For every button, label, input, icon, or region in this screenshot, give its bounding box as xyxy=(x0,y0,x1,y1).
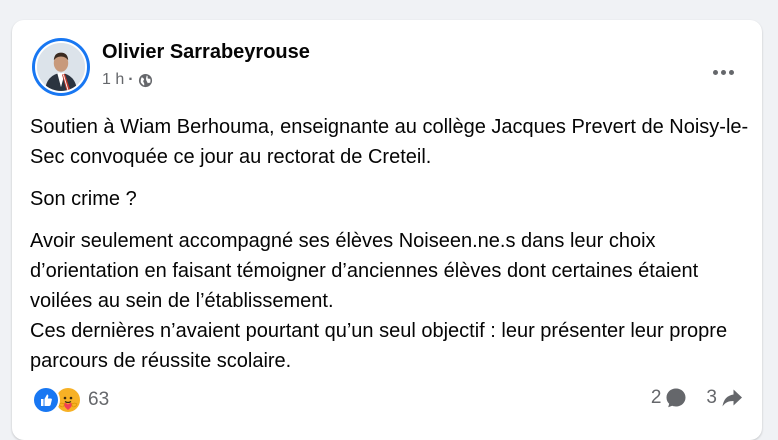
share-count: 3 xyxy=(706,387,717,408)
post-paragraph: Ces dernières n’avaient pourtant qu’un s… xyxy=(30,320,728,372)
profile-photo-icon xyxy=(37,43,85,91)
reactions-summary[interactable]: 63 xyxy=(32,386,109,414)
post-footer: 63 2 3 xyxy=(32,382,744,414)
post-paragraph: Soutien à Wiam Berhouma, enseignante au … xyxy=(30,116,749,168)
comment-count: 2 xyxy=(650,387,662,408)
post-body: Soutien à Wiam Berhouma, enseignante au … xyxy=(30,112,750,376)
post-paragraph: Son crime ? xyxy=(30,188,137,210)
avatar[interactable] xyxy=(32,38,90,96)
author-name[interactable]: Olivier Sarrabeyrouse xyxy=(102,41,310,64)
reaction-count: 63 xyxy=(88,389,110,410)
dot-icon xyxy=(713,70,718,75)
meta-separator: · xyxy=(128,71,134,88)
comments-count-button[interactable]: 2 xyxy=(651,386,689,410)
more-options-button[interactable] xyxy=(713,70,734,75)
shares-count-button[interactable]: 3 xyxy=(706,386,744,410)
post-paragraph: Avoir seulement accompagné ses élèves No… xyxy=(30,230,699,312)
globe-icon xyxy=(138,73,152,87)
like-icon xyxy=(32,386,60,414)
dot-icon xyxy=(729,70,734,75)
dot-icon xyxy=(721,70,726,75)
engagement-stats: 2 3 xyxy=(651,386,744,410)
post-card: Olivier Sarrabeyrouse 1 h · Soutien à Wi… xyxy=(12,20,762,440)
comment-icon xyxy=(666,388,686,408)
post-header: Olivier Sarrabeyrouse 1 h · xyxy=(32,38,746,98)
post-meta: 1 h · xyxy=(102,71,153,89)
post-timestamp[interactable]: 1 h xyxy=(102,71,124,89)
share-icon xyxy=(722,389,742,407)
